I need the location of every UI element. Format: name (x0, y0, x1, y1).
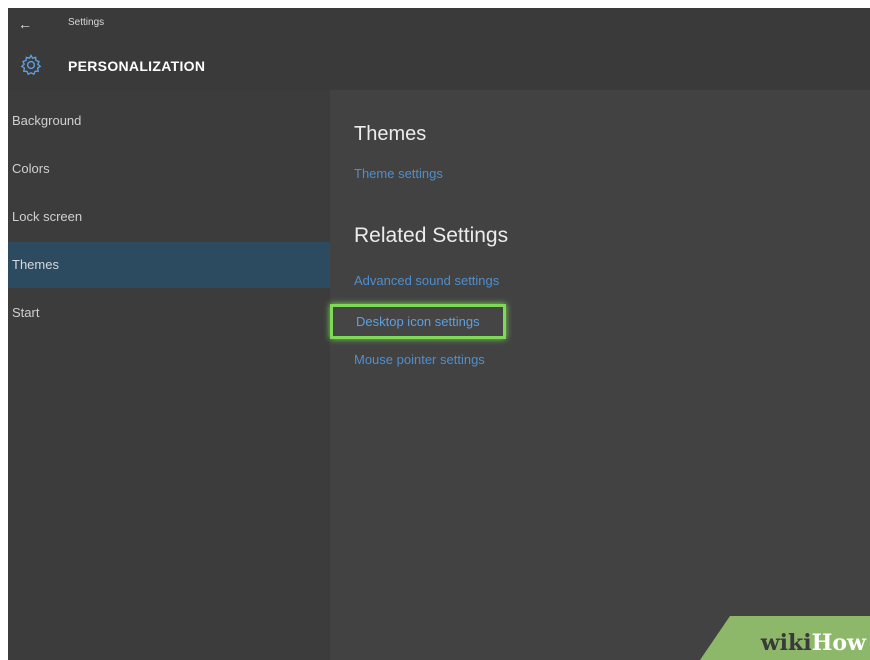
sidebar-item-lock-screen[interactable]: Lock screen (8, 194, 330, 240)
title-bar: ← Settings PERSONALIZATION (8, 8, 870, 90)
watermark-wiki: wiki (760, 630, 812, 656)
sidebar-item-start[interactable]: Start (8, 290, 330, 336)
section-title: PERSONALIZATION (68, 58, 206, 74)
themes-heading: Themes (354, 123, 427, 145)
watermark-how: How (811, 630, 866, 656)
gear-icon (20, 54, 42, 76)
main-content: Themes Theme settings Related Settings A… (330, 90, 870, 660)
back-arrow-icon[interactable]: ← (14, 14, 36, 34)
wikihow-watermark: wikiHow (700, 616, 870, 660)
sidebar: Background Colors Lock screen Themes Sta… (8, 90, 330, 660)
desktop-icon-settings-link[interactable]: Desktop icon settings (330, 304, 506, 339)
watermark-text: wikiHow (761, 630, 866, 656)
advanced-sound-settings-link[interactable]: Advanced sound settings (354, 273, 499, 288)
theme-settings-link[interactable]: Theme settings (354, 166, 443, 181)
settings-window: ← Settings PERSONALIZATION Background Co… (8, 8, 870, 660)
app-title: Settings (68, 17, 105, 28)
sidebar-item-themes[interactable]: Themes (8, 242, 330, 288)
mouse-pointer-settings-link[interactable]: Mouse pointer settings (354, 352, 485, 367)
sidebar-item-colors[interactable]: Colors (8, 146, 330, 192)
related-settings-heading: Related Settings (354, 224, 509, 247)
sidebar-item-background[interactable]: Background (8, 98, 330, 144)
